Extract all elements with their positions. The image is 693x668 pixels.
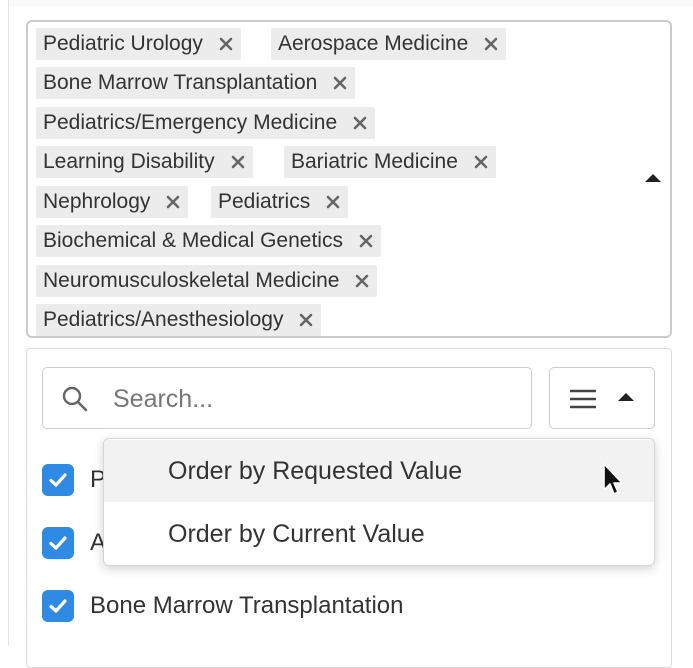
left-edge <box>8 0 9 646</box>
chip-bone-marrow-transplantation: Bone Marrow Transplantation <box>36 67 356 99</box>
chip-nephrology: Nephrology <box>36 186 189 218</box>
chip-bariatric-medicine: Bariatric Medicine <box>284 146 496 178</box>
search-field[interactable] <box>42 367 532 429</box>
option-row[interactable]: Bone Marrow Transplantation <box>42 586 404 626</box>
search-input[interactable] <box>111 378 515 420</box>
remove-chip-icon[interactable] <box>482 35 500 53</box>
chip-label: Pediatrics <box>218 190 311 213</box>
sort-menu-button[interactable] <box>549 367 655 429</box>
remove-chip-icon[interactable] <box>472 153 490 171</box>
remove-chip-icon[interactable] <box>217 35 235 53</box>
remove-chip-icon[interactable] <box>357 232 375 250</box>
chip-neuromusculoskeletal-medicine: Neuromusculoskeletal Medicine <box>36 265 378 297</box>
mouse-pointer-icon <box>602 462 626 503</box>
chip-label: Biochemical & Medical Genetics <box>43 229 343 252</box>
chip-label: Pediatric Urology <box>43 32 203 55</box>
chip-pediatrics-emergency-medicine: Pediatrics/Emergency Medicine <box>36 107 376 139</box>
checkbox-checked[interactable] <box>42 464 74 496</box>
remove-chip-icon[interactable] <box>353 272 371 290</box>
top-edge <box>8 0 693 6</box>
chip-learning-disability: Learning Disability <box>36 146 253 178</box>
search-icon <box>61 385 89 418</box>
option-label: Bone Marrow Transplantation <box>90 592 404 619</box>
chip-label: Nephrology <box>43 190 151 213</box>
menu-lines-icon <box>569 388 597 415</box>
remove-chip-icon[interactable] <box>351 114 369 132</box>
sort-menu: Order by Requested Value Order by Curren… <box>103 438 655 566</box>
multiselect-control[interactable]: Pediatric Urology Aerospace Medicine Bon… <box>26 20 672 338</box>
chip-label: Pediatrics/Anesthesiology <box>43 308 284 331</box>
chip-biochemical-medical-genetics: Biochemical & Medical Genetics <box>36 225 381 257</box>
chip-aerospace-medicine: Aerospace Medicine <box>271 28 507 60</box>
chip-label: Bariatric Medicine <box>291 150 458 173</box>
menu-item-order-by-current-value[interactable]: Order by Current Value <box>104 503 654 565</box>
chip-pediatrics: Pediatrics <box>211 186 349 218</box>
option-row[interactable]: A <box>42 523 106 563</box>
chip-pediatric-urology: Pediatric Urology <box>36 28 241 60</box>
checkbox-checked[interactable] <box>42 590 74 622</box>
remove-chip-icon[interactable] <box>297 311 315 329</box>
chip-label: Aerospace Medicine <box>278 32 469 55</box>
menu-item-order-by-requested-value[interactable]: Order by Requested Value <box>104 440 654 502</box>
remove-chip-icon[interactable] <box>324 193 342 211</box>
chip-label: Pediatrics/Emergency Medicine <box>43 111 338 134</box>
collapse-caret-icon[interactable] <box>645 174 661 182</box>
chip-pediatrics-anesthesiology: Pediatrics/Anesthesiology <box>36 304 322 336</box>
remove-chip-icon[interactable] <box>164 193 182 211</box>
checkbox-checked[interactable] <box>42 527 74 559</box>
remove-chip-icon[interactable] <box>229 153 247 171</box>
remove-chip-icon[interactable] <box>331 74 349 92</box>
chip-label: Neuromusculoskeletal Medicine <box>43 269 340 292</box>
chip-label: Learning Disability <box>43 150 215 173</box>
caret-up-icon <box>618 393 634 401</box>
chip-label: Bone Marrow Transplantation <box>43 71 318 94</box>
option-row[interactable]: P <box>42 460 106 500</box>
